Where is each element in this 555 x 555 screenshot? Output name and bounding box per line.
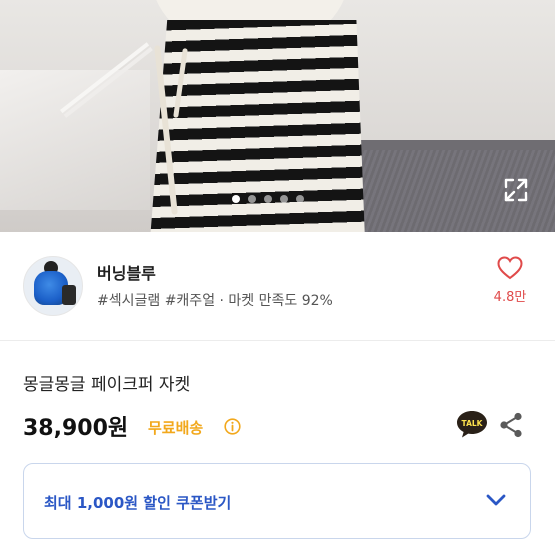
- product-image-gallery[interactable]: [0, 0, 555, 232]
- like-button[interactable]: 4.8만: [488, 256, 532, 316]
- talk-icon[interactable]: TALK: [455, 409, 489, 439]
- gallery-dot[interactable]: [296, 195, 304, 203]
- gallery-dot[interactable]: [280, 195, 288, 203]
- photo-wall-detail: [0, 70, 150, 210]
- info-icon[interactable]: [224, 418, 241, 435]
- expand-icon[interactable]: [503, 177, 529, 203]
- product-title: 몽글몽글 페이크퍼 자켓: [23, 375, 191, 395]
- avatar-bag: [62, 285, 76, 305]
- like-count: 4.8만: [493, 290, 527, 305]
- heart-icon: [497, 256, 523, 280]
- gallery-dot[interactable]: [264, 195, 272, 203]
- seller-name[interactable]: 버닝블루: [97, 260, 156, 284]
- seller-row[interactable]: 버닝블루 #섹시글램 #캐주얼 · 마켓 만족도 92% 4.8만: [0, 232, 555, 341]
- coupon-button[interactable]: 최대 1,000원 할인 쿠폰받기: [23, 463, 531, 539]
- avatar[interactable]: [23, 256, 83, 316]
- coupon-label: 최대 1,000원 할인 쿠폰받기: [44, 494, 232, 512]
- chevron-down-icon: [486, 494, 506, 506]
- seller-tags: #섹시글램 #캐주얼 · 마켓 만족도 92%: [97, 293, 333, 309]
- talk-icon-label: TALK: [462, 419, 484, 428]
- gallery-dot[interactable]: [248, 195, 256, 203]
- product-price: 38,900원: [23, 416, 129, 441]
- share-icon[interactable]: [499, 412, 523, 438]
- shipping-badge: 무료배송: [148, 419, 204, 437]
- gallery-pagination: [232, 195, 304, 203]
- gallery-dot[interactable]: [232, 195, 240, 203]
